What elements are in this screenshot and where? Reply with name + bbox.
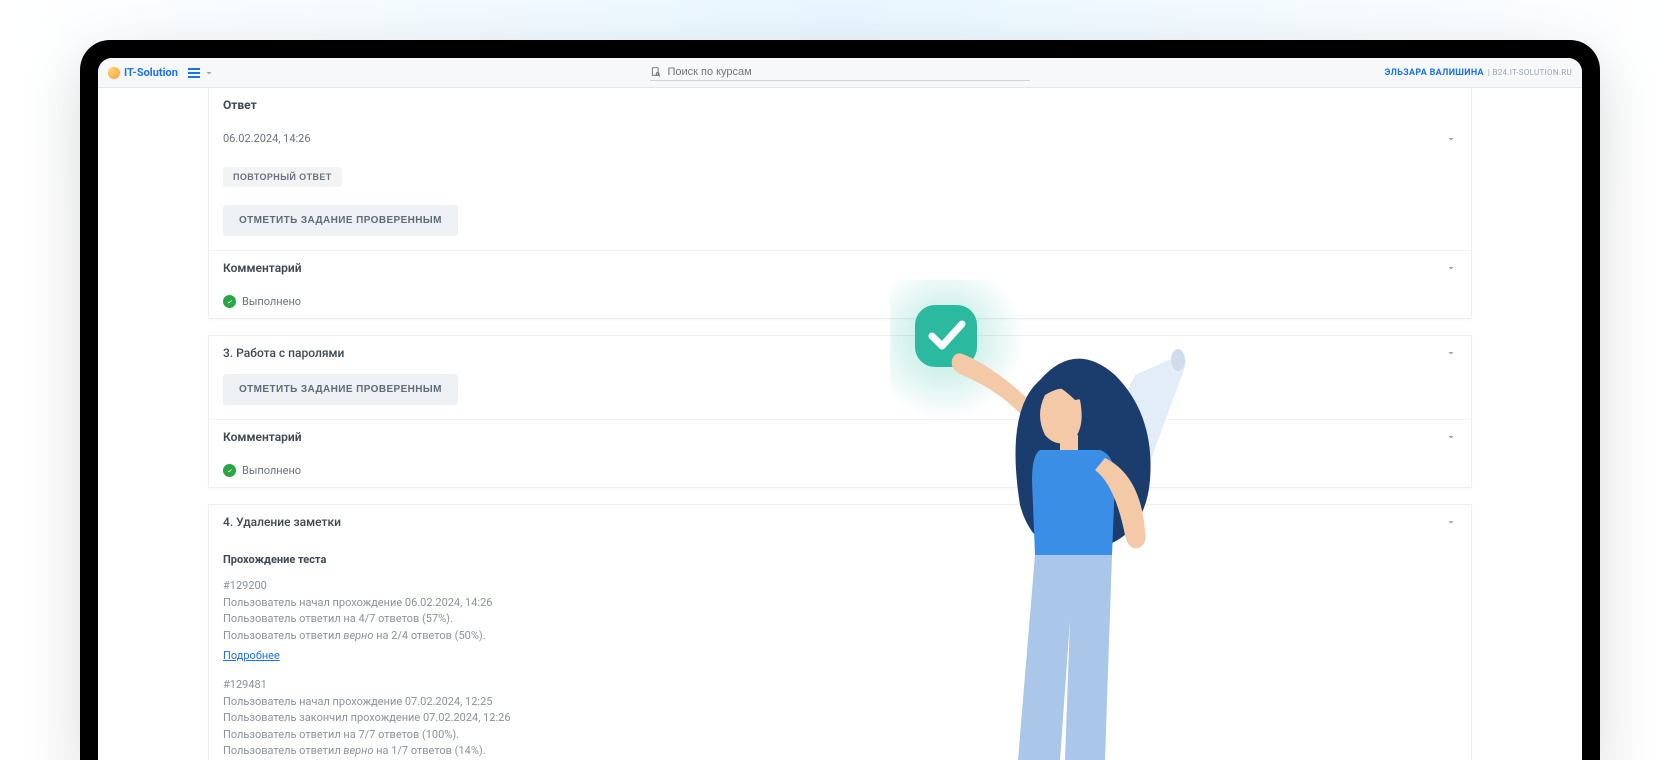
user-block[interactable]: ЭЛЬЗАРА ВАЛИШИНА | B24.IT-SOLUTION.RU bbox=[1385, 68, 1572, 78]
chevron-down-icon[interactable] bbox=[1445, 262, 1457, 274]
content: Ответ 06.02.2024, 14:26 ПОВТОРНЫЙ ОТВЕТ … bbox=[98, 88, 1582, 760]
details-link[interactable]: Подробнее bbox=[223, 649, 280, 662]
screen: IT-Solution ЭЛЬЗАРА ВАЛИШИНА | B24.IT-SO… bbox=[98, 58, 1582, 760]
logo[interactable]: IT-Solution bbox=[108, 66, 178, 79]
attempt-started: Пользователь начал прохождение 07.02.202… bbox=[223, 694, 1457, 711]
attempt-answered: Пользователь ответил на 4/7 ответов (57%… bbox=[223, 611, 1457, 628]
topbar: IT-Solution ЭЛЬЗАРА ВАЛИШИНА | B24.IT-SO… bbox=[98, 58, 1582, 88]
username: ЭЛЬЗАРА ВАЛИШИНА bbox=[1385, 68, 1484, 78]
mark-checked-button[interactable]: ОТМЕТИТЬ ЗАДАНИЕ ПРОВЕРЕННЫМ bbox=[223, 374, 458, 405]
chevron-down-icon bbox=[203, 67, 215, 79]
check-icon bbox=[223, 295, 236, 308]
status-text: Выполнено bbox=[242, 295, 301, 308]
attempt-correct: Пользователь ответил верно на 2/4 ответо… bbox=[223, 628, 1457, 645]
test-progress-heading: Прохождение теста bbox=[223, 553, 1457, 566]
logo-icon bbox=[108, 67, 120, 79]
attempt-id: #129200 bbox=[223, 578, 1457, 595]
chevron-down-icon[interactable] bbox=[1445, 133, 1457, 145]
device-frame: IT-Solution ЭЛЬЗАРА ВАЛИШИНА | B24.IT-SO… bbox=[80, 40, 1600, 760]
attempt-finished: Пользователь закончил прохождение 07.02.… bbox=[223, 710, 1457, 727]
retry-answer-button[interactable]: ПОВТОРНЫЙ ОТВЕТ bbox=[223, 167, 342, 187]
search-input[interactable] bbox=[667, 66, 1030, 78]
test-attempt: #129481 Пользователь начал прохождение 0… bbox=[223, 677, 1457, 760]
chevron-down-icon[interactable] bbox=[1445, 431, 1457, 443]
comment-heading: Комментарий bbox=[223, 261, 302, 275]
task-title: 3. Работа с паролями bbox=[223, 346, 344, 360]
test-attempt: #129200 Пользователь начал прохождение 0… bbox=[223, 578, 1457, 663]
chevron-down-icon[interactable] bbox=[1445, 347, 1457, 359]
task-card-3: 3. Работа с паролями ОТМЕТИТЬ ЗАДАНИЕ ПР… bbox=[208, 335, 1472, 488]
attempt-answered: Пользователь ответил на 7/7 ответов (100… bbox=[223, 727, 1457, 744]
domain-text: | B24.IT-SOLUTION.RU bbox=[1488, 68, 1572, 77]
attempt-id: #129481 bbox=[223, 677, 1457, 694]
search-wrap bbox=[650, 64, 1030, 81]
hamburger-icon bbox=[188, 68, 200, 78]
answer-heading: Ответ bbox=[223, 98, 1457, 112]
attempt-started: Пользователь начал прохождение 06.02.202… bbox=[223, 595, 1457, 612]
task-card-4: 4. Удаление заметки Прохождение теста #1… bbox=[208, 504, 1472, 760]
logo-text: IT-Solution bbox=[124, 66, 178, 79]
attempt-correct: Пользователь ответил верно на 1/7 ответо… bbox=[223, 743, 1457, 760]
comment-heading: Комментарий bbox=[223, 430, 302, 444]
mark-checked-button[interactable]: ОТМЕТИТЬ ЗАДАНИЕ ПРОВЕРЕННЫМ bbox=[223, 205, 458, 236]
chevron-down-icon[interactable] bbox=[1445, 516, 1457, 528]
task-title: 4. Удаление заметки bbox=[223, 515, 341, 529]
check-icon bbox=[223, 464, 236, 477]
menu-toggle[interactable] bbox=[188, 67, 215, 79]
search-icon bbox=[650, 66, 661, 78]
task-card-2: Ответ 06.02.2024, 14:26 ПОВТОРНЫЙ ОТВЕТ … bbox=[208, 88, 1472, 319]
status-text: Выполнено bbox=[242, 464, 301, 477]
answer-timestamp: 06.02.2024, 14:26 bbox=[223, 132, 311, 145]
